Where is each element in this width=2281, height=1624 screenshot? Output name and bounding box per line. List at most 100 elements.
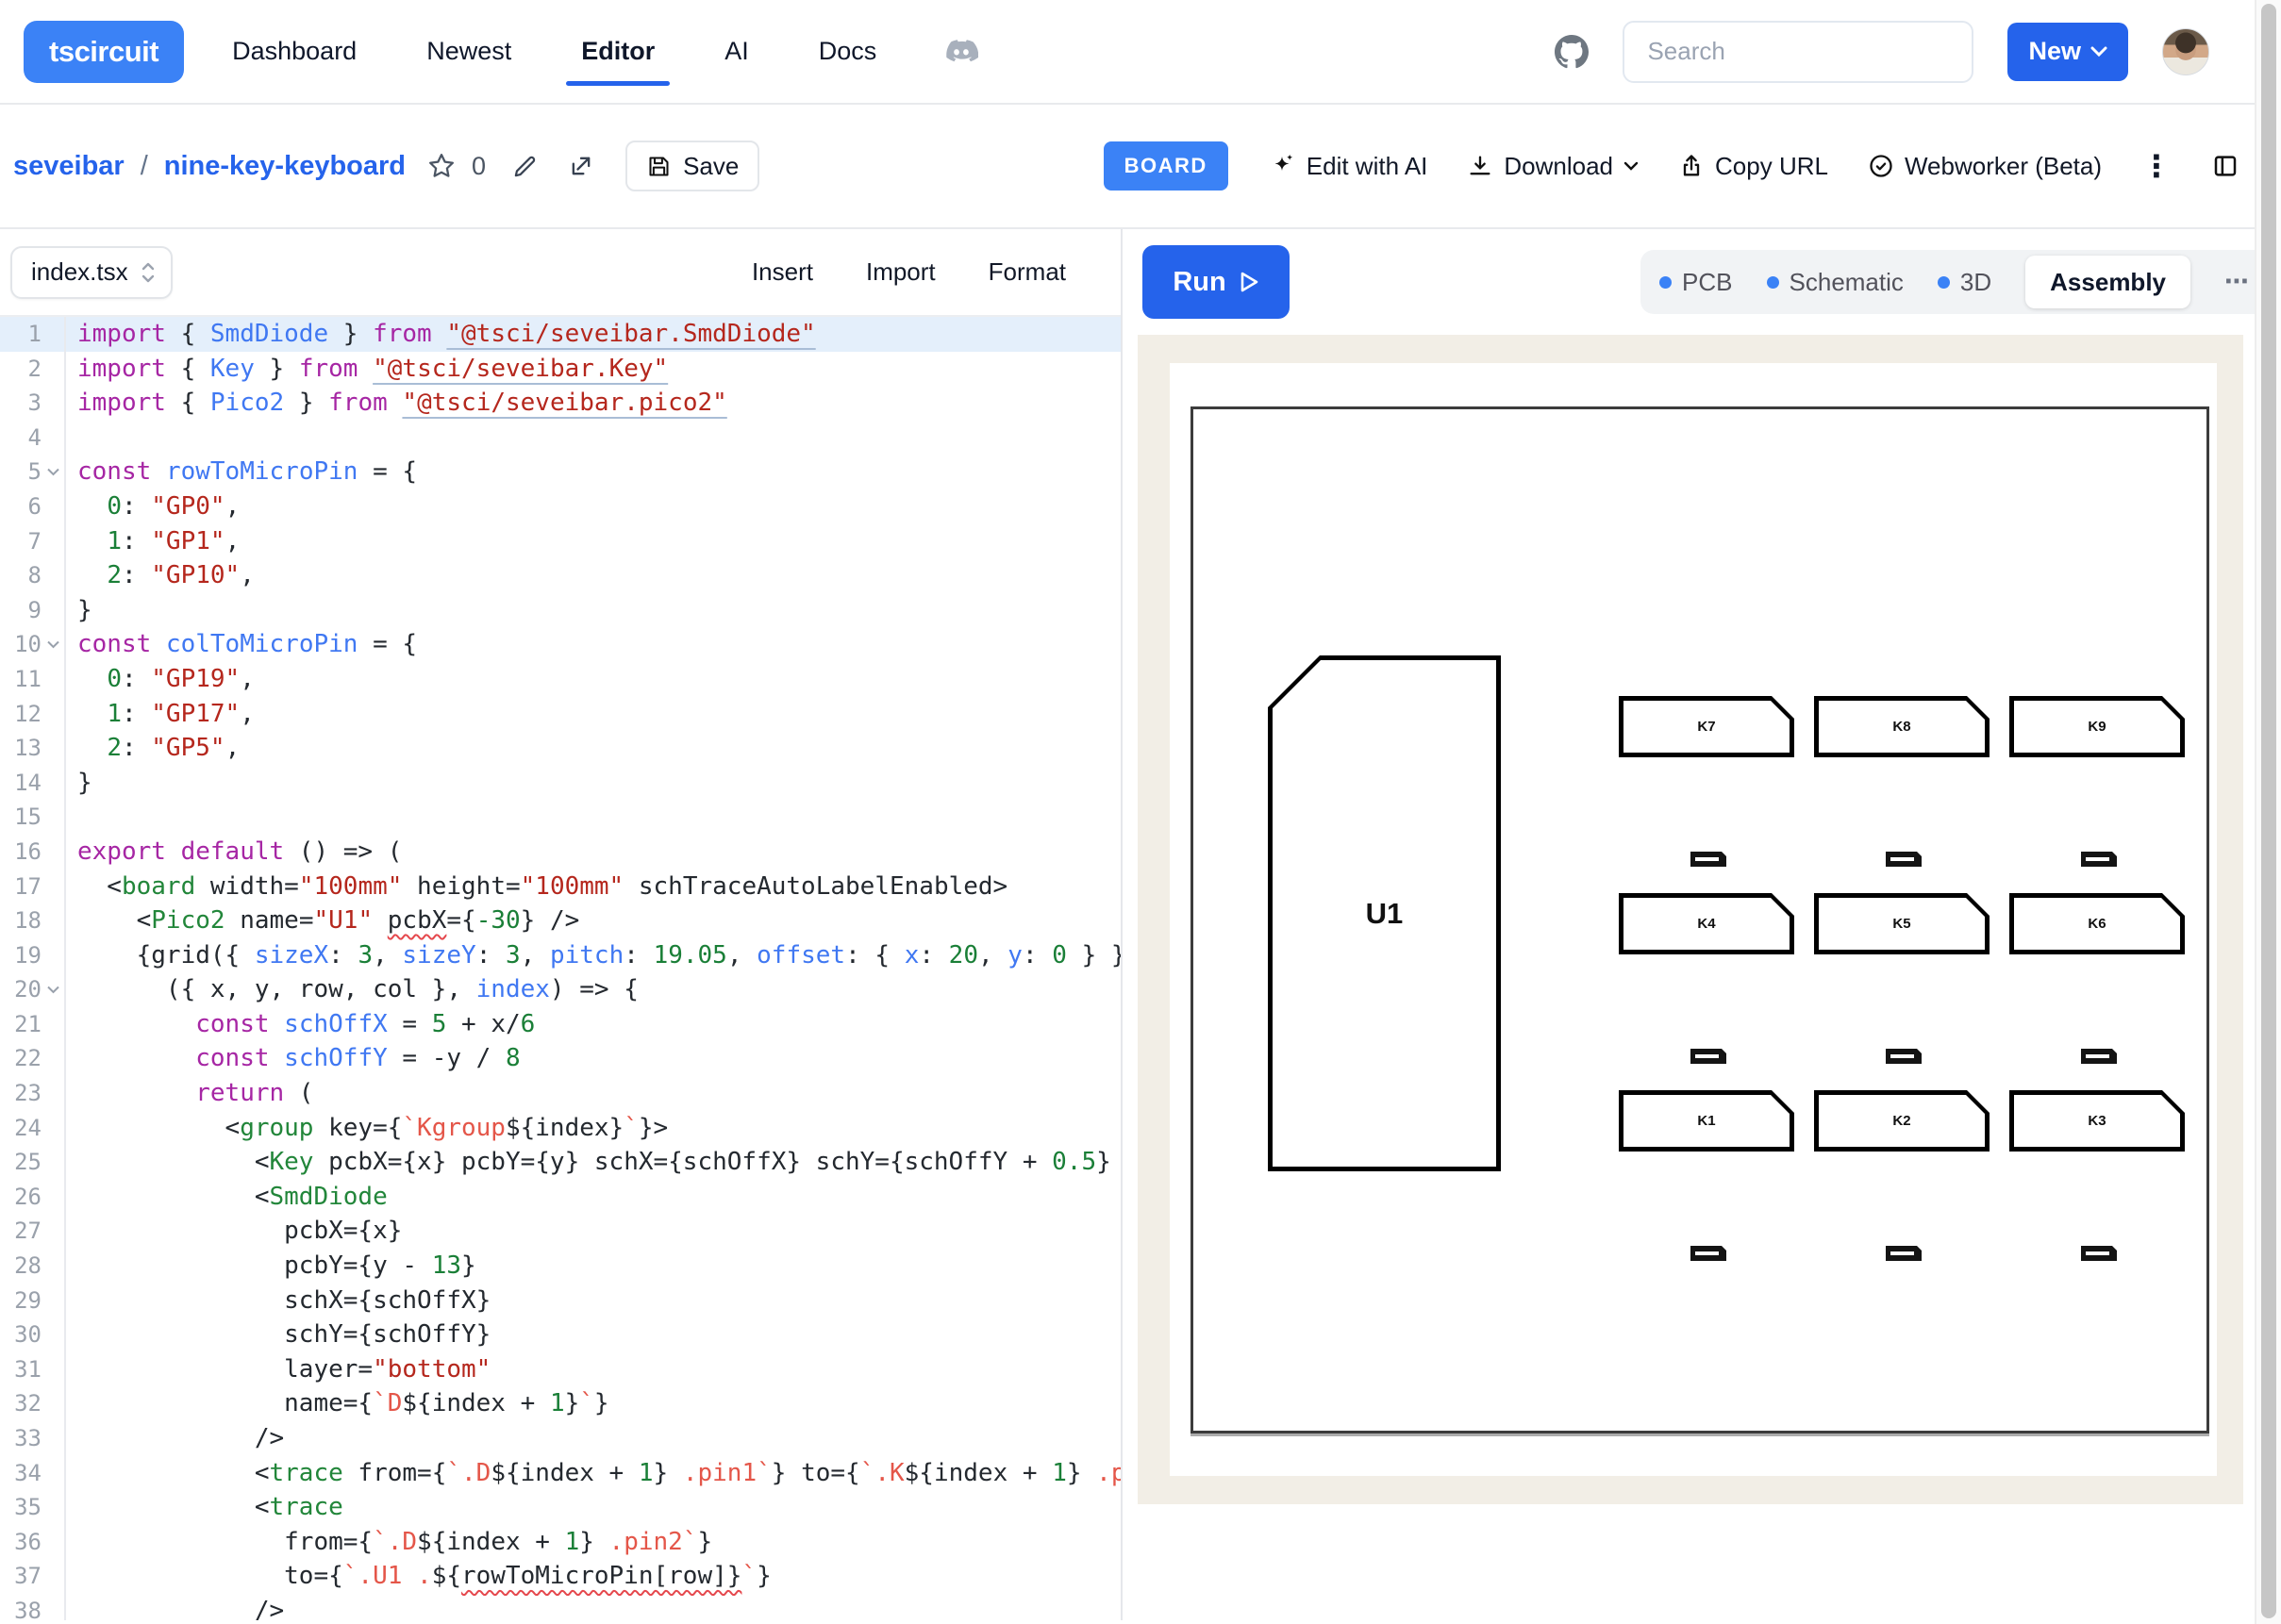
code-line-32[interactable]: 32 name={`D${index + 1}`} xyxy=(0,1386,1121,1421)
code-line-text xyxy=(66,800,77,835)
code-line-13[interactable]: 13 2: "GP5", xyxy=(0,731,1121,766)
code-line-5[interactable]: 5const rowToMicroPin = { xyxy=(0,455,1121,489)
code-line-4[interactable]: 4 xyxy=(0,421,1121,456)
run-button[interactable]: Run xyxy=(1142,245,1290,319)
code-line-text: to={`.U1 .${rowToMicroPin[row]}`} xyxy=(66,1559,772,1594)
breadcrumb-repo-link[interactable]: nine-key-keyboard xyxy=(164,151,406,182)
assembly-key-K7: K7 xyxy=(1619,696,1794,757)
nav-link-dashboard[interactable]: Dashboard xyxy=(232,37,357,66)
discord-icon[interactable] xyxy=(944,35,978,69)
tscircuit-logo[interactable]: tscircuit xyxy=(24,21,184,83)
scrollbar-thumb[interactable] xyxy=(2261,4,2276,1618)
code-line-21[interactable]: 21 const schOffX = 5 + x/6 xyxy=(0,1007,1121,1042)
assembly-key-K6: K6 xyxy=(2009,893,2185,954)
code-line-34[interactable]: 34 <trace from={`.D${index + 1} .pin1`} … xyxy=(0,1456,1121,1491)
file-selector[interactable]: index.tsx xyxy=(10,246,173,299)
code-line-36[interactable]: 36 from={`.D${index + 1} .pin2`} xyxy=(0,1525,1121,1560)
share-icon[interactable] xyxy=(568,153,594,179)
code-line-30[interactable]: 30 schY={schOffY} xyxy=(0,1317,1121,1352)
fold-chevron-icon[interactable] xyxy=(42,640,64,649)
breadcrumb-owner-link[interactable]: seveibar xyxy=(13,151,125,182)
run-bar: Run PCB Schematic 3D Assembly ⋯ xyxy=(1123,229,2281,335)
avatar[interactable] xyxy=(2162,28,2209,75)
code-line-33[interactable]: 33 /> xyxy=(0,1421,1121,1456)
code-line-text: 2: "GP5", xyxy=(66,731,240,766)
code-line-37[interactable]: 37 to={`.U1 .${rowToMicroPin[row]}`} xyxy=(0,1559,1121,1594)
code-line-16[interactable]: 16export default () => ( xyxy=(0,835,1121,870)
code-line-28[interactable]: 28 pcbY={y - 13} xyxy=(0,1249,1121,1284)
code-line-31[interactable]: 31 layer="bottom" xyxy=(0,1352,1121,1387)
code-line-12[interactable]: 12 1: "GP17", xyxy=(0,697,1121,732)
pencil-icon[interactable] xyxy=(511,153,539,180)
code-line-text: return ( xyxy=(66,1076,313,1111)
star-icon[interactable] xyxy=(427,152,456,180)
code-line-8[interactable]: 8 2: "GP10", xyxy=(0,558,1121,593)
code-line-2[interactable]: 2import { Key } from "@tsci/seveibar.Key… xyxy=(0,352,1121,387)
board-badge[interactable]: BOARD xyxy=(1104,141,1228,191)
code-line-3[interactable]: 3import { Pico2 } from "@tsci/seveibar.p… xyxy=(0,386,1121,421)
tab-3d[interactable]: 3D xyxy=(1938,268,1991,297)
code-line-38[interactable]: 38 /> xyxy=(0,1594,1121,1620)
assembly-chip-u1: U1 xyxy=(1268,655,1501,1171)
tab-schematic[interactable]: Schematic xyxy=(1767,268,1904,297)
tab-assembly[interactable]: Assembly xyxy=(2025,256,2190,308)
file-selector-label: index.tsx xyxy=(31,257,128,287)
chevron-down-icon xyxy=(2090,46,2107,58)
tabs-more-button[interactable]: ⋯ xyxy=(2224,268,2251,296)
code-line-text: const rowToMicroPin = { xyxy=(66,455,417,489)
menu-insert[interactable]: Insert xyxy=(752,257,813,287)
line-number: 10 xyxy=(0,627,42,662)
circle-check-icon xyxy=(1868,153,1894,179)
code-line-27[interactable]: 27 pcbX={x} xyxy=(0,1214,1121,1249)
tab-pcb[interactable]: PCB xyxy=(1659,268,1732,297)
github-icon[interactable] xyxy=(1555,35,1589,69)
copy-url-button[interactable]: Copy URL xyxy=(1678,152,1828,181)
nav-link-editor[interactable]: Editor xyxy=(581,37,655,66)
webworker-toggle[interactable]: Webworker (Beta) xyxy=(1868,152,2102,181)
panel-layout-icon[interactable] xyxy=(2211,152,2239,180)
code-line-25[interactable]: 25 <Key pcbX={x} pcbY={y} schX={schOffX}… xyxy=(0,1145,1121,1180)
code-line-18[interactable]: 18 <Pico2 name="U1" pcbX={-30} /> xyxy=(0,903,1121,938)
code-line-26[interactable]: 26 <SmdDiode xyxy=(0,1180,1121,1215)
schematic-dot-icon xyxy=(1767,276,1779,289)
assembly-diode xyxy=(1690,1049,1726,1064)
menu-format[interactable]: Format xyxy=(989,257,1066,287)
more-options-kebab-icon[interactable]: ⋮ xyxy=(2141,148,2172,184)
code-line-9[interactable]: 9} xyxy=(0,593,1121,628)
nav-link-newest[interactable]: Newest xyxy=(426,37,511,66)
new-button[interactable]: New xyxy=(2007,23,2128,81)
code-line-20[interactable]: 20 ({ x, y, row, col }, index) => { xyxy=(0,972,1121,1007)
line-number: 21 xyxy=(0,1007,42,1042)
download-button[interactable]: Download xyxy=(1467,152,1639,181)
edit-with-ai-button[interactable]: Edit with AI xyxy=(1268,152,1428,181)
run-button-label: Run xyxy=(1173,267,1225,298)
code-line-23[interactable]: 23 return ( xyxy=(0,1076,1121,1111)
code-line-24[interactable]: 24 <group key={`Kgroup${index}`}> xyxy=(0,1111,1121,1146)
code-line-1[interactable]: 1import { SmdDiode } from "@tsci/seveiba… xyxy=(0,317,1121,352)
code-line-7[interactable]: 7 1: "GP1", xyxy=(0,524,1121,559)
code-line-19[interactable]: 19 {grid({ sizeX: 3, sizeY: 3, pitch: 19… xyxy=(0,938,1121,973)
code-line-15[interactable]: 15 xyxy=(0,800,1121,835)
fold-chevron-icon[interactable] xyxy=(42,986,64,994)
line-number: 33 xyxy=(0,1421,42,1456)
fold-chevron-icon[interactable] xyxy=(42,468,64,476)
search-input[interactable] xyxy=(1623,21,1973,83)
line-number: 30 xyxy=(0,1317,42,1352)
code-line-10[interactable]: 10const colToMicroPin = { xyxy=(0,627,1121,662)
code-line-17[interactable]: 17 <board width="100mm" height="100mm" s… xyxy=(0,870,1121,904)
download-label: Download xyxy=(1504,152,1613,181)
line-number: 17 xyxy=(0,870,42,904)
code-line-11[interactable]: 11 0: "GP19", xyxy=(0,662,1121,697)
code-line-6[interactable]: 6 0: "GP0", xyxy=(0,489,1121,524)
nav-link-ai[interactable]: AI xyxy=(724,37,749,66)
code-line-14[interactable]: 14} xyxy=(0,766,1121,801)
nav-link-docs[interactable]: Docs xyxy=(819,37,877,66)
code-area[interactable]: 1import { SmdDiode } from "@tsci/seveiba… xyxy=(0,317,1121,1620)
menu-import[interactable]: Import xyxy=(866,257,936,287)
code-line-29[interactable]: 29 schX={schOffX} xyxy=(0,1284,1121,1318)
save-button[interactable]: Save xyxy=(625,141,759,191)
assembly-canvas[interactable]: U1 K7K8K9K4K5K6K1K2K3 xyxy=(1138,335,2243,1504)
code-line-22[interactable]: 22 const schOffY = -y / 8 xyxy=(0,1041,1121,1076)
assembly-diode xyxy=(2081,1049,2117,1064)
code-line-35[interactable]: 35 <trace xyxy=(0,1490,1121,1525)
